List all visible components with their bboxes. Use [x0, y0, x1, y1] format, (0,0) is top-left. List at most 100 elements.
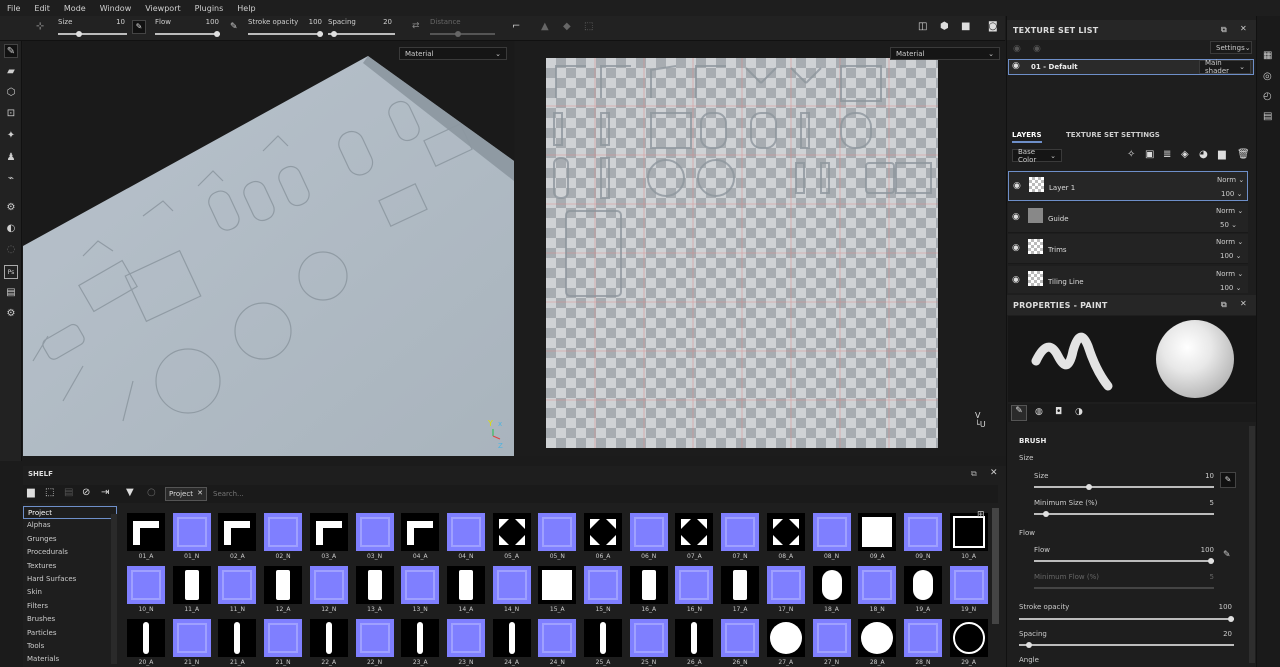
menu-item-mode[interactable]: Mode [57, 4, 93, 13]
size-slider-knob[interactable] [1086, 484, 1092, 490]
shelf-category-grunges[interactable]: Grunges [23, 533, 117, 546]
undock-icon[interactable]: ⧉ [1221, 300, 1227, 310]
shelf-item-thumbnail[interactable] [675, 619, 714, 657]
layer-row[interactable]: ◉ Guide Norm ⌄ 50 ⌄ [1008, 202, 1248, 233]
flow-value[interactable]: 100 [1190, 546, 1214, 554]
shelf-item-thumbnail[interactable] [721, 566, 760, 604]
viewport-3d-channel-dropdown[interactable]: Material ⌄ [399, 47, 507, 60]
shelf-item-thumbnail[interactable] [812, 566, 851, 604]
layer-opacity[interactable]: 100 ⌄ [1221, 190, 1242, 198]
add-layer-icon[interactable]: ≣ [1163, 149, 1171, 160]
shelf-item-thumbnail[interactable] [127, 619, 165, 657]
flow-slider[interactable] [1034, 558, 1214, 564]
layer-row[interactable]: ◉ Trims Norm ⌄ 100 ⌄ [1008, 234, 1248, 264]
shelf-item-thumbnail[interactable] [675, 513, 714, 551]
paint-brush-icon[interactable]: ✎ [4, 44, 18, 58]
add-effect-icon[interactable]: ✧ [1127, 149, 1135, 160]
delete-layer-icon[interactable]: 🗑 [1237, 149, 1250, 160]
menu-item-edit[interactable]: Edit [27, 4, 57, 13]
flow-pen-icon[interactable]: ✎ [1223, 550, 1231, 560]
layer-opacity[interactable]: 100 ⌄ [1220, 284, 1241, 292]
import-icon[interactable]: ⇥ [101, 487, 109, 498]
shelf-item-thumbnail[interactable] [538, 619, 577, 657]
add-paint-layer-icon[interactable]: ◕ [1199, 149, 1208, 160]
size-slider[interactable] [1034, 484, 1214, 490]
shelf-item-thumbnail[interactable] [721, 619, 760, 657]
smudge-icon[interactable]: ✦ [4, 129, 18, 143]
viewport-3d[interactable]: Y x Z Material ⌄ [23, 41, 514, 456]
shader-dropdown[interactable]: Main shader ⌄ [1199, 59, 1251, 75]
layer-channel-dropdown[interactable]: Base Color ⌄ [1012, 148, 1062, 164]
category-scrollbar[interactable] [111, 514, 117, 664]
texture-set-settings-dropdown[interactable]: Settings ⌄ [1210, 41, 1252, 54]
stroke-opacity-slider[interactable] [1019, 616, 1234, 622]
alpha-tab-icon[interactable]: ◍ [1035, 407, 1043, 417]
shelf-category-textures[interactable]: Textures [23, 560, 117, 573]
shelf-item-thumbnail[interactable] [903, 619, 942, 657]
eye-icon[interactable]: ◉ [1012, 212, 1020, 222]
shelf-item-thumbnail[interactable] [355, 619, 394, 657]
shelf-search-input[interactable] [213, 487, 998, 501]
polygon-fill-icon[interactable]: ⊡ [4, 107, 18, 121]
spacing-value[interactable]: 20 [1208, 630, 1232, 638]
add-folder-icon[interactable]: ▆ [1218, 149, 1226, 160]
shelf-item-thumbnail[interactable] [172, 619, 211, 657]
flow-value[interactable]: 100 [195, 18, 219, 26]
shelf-category-project[interactable]: Project [23, 506, 117, 520]
shelf-item-thumbnail[interactable] [127, 566, 165, 604]
shelf-item-thumbnail[interactable] [629, 513, 668, 551]
shelf-item-thumbnail[interactable] [264, 619, 303, 657]
shelf-item-thumbnail[interactable] [492, 566, 531, 604]
shelf-close-icon[interactable]: ✕ [990, 468, 998, 478]
menu-item-viewport[interactable]: Viewport [138, 4, 187, 13]
shelf-category-particles[interactable]: Particles [23, 627, 117, 640]
menu-item-plugins[interactable]: Plugins [188, 4, 231, 13]
min-size-slider[interactable] [1034, 511, 1214, 517]
texture-set-list-icon[interactable]: ▦ [1263, 50, 1272, 61]
shelf-item-thumbnail[interactable] [446, 619, 485, 657]
shelf-item-thumbnail[interactable] [858, 566, 897, 604]
flow-slider-knob[interactable] [1208, 558, 1214, 564]
shelf-item-thumbnail[interactable] [309, 566, 348, 604]
shelf-item-thumbnail[interactable] [721, 513, 760, 551]
stroke-opacity-slider-knob[interactable] [1228, 616, 1234, 622]
shelf-item-thumbnail[interactable] [675, 566, 714, 604]
viewport-2d[interactable]: Material ⌄ V └U [515, 41, 1006, 456]
size-value[interactable]: 10 [105, 18, 125, 26]
shelf-item-thumbnail[interactable] [401, 566, 440, 604]
shelf-item-thumbnail[interactable] [355, 566, 394, 604]
add-fill-layer-icon[interactable]: ◈ [1181, 149, 1189, 160]
stencil-tab-icon[interactable]: ◘ [1055, 407, 1062, 417]
color-picker-icon[interactable]: ⌁ [4, 172, 18, 186]
clone-stamp-icon[interactable]: ♟ [4, 151, 18, 165]
properties-scrollbar[interactable] [1249, 426, 1255, 663]
eye-icon[interactable]: ◉ [1033, 44, 1041, 54]
shelf-item-thumbnail[interactable] [584, 619, 622, 657]
eye-icon[interactable]: ◉ [1012, 243, 1020, 253]
shelf-item-thumbnail[interactable] [584, 513, 622, 551]
add-mask-icon[interactable]: ▣ [1145, 149, 1154, 160]
shelf-item-thumbnail[interactable] [492, 513, 531, 551]
shelf-item-thumbnail[interactable] [858, 513, 897, 551]
shelf-category-materials[interactable]: Materials [23, 653, 117, 666]
shelf-item-thumbnail[interactable] [629, 619, 668, 657]
shelf-item-thumbnail[interactable] [949, 566, 988, 604]
shelf-category-filters[interactable]: Filters [23, 600, 117, 613]
shelf-item-thumbnail[interactable] [766, 619, 805, 657]
camera-video-icon[interactable]: ■ [961, 21, 970, 32]
shelf-undock-icon[interactable]: ⧉ [971, 469, 977, 479]
shelf-item-thumbnail[interactable] [309, 513, 348, 551]
size-pen-pressure-button[interactable]: ✎ [132, 20, 146, 34]
min-size-value[interactable]: 5 [1198, 499, 1214, 507]
spacing-value[interactable]: 20 [372, 18, 392, 26]
shelf-category-alphas[interactable]: Alphas [23, 519, 117, 532]
document-icon[interactable]: ▤ [4, 286, 18, 300]
shelf-item-thumbnail[interactable] [401, 513, 440, 551]
shelf-item-thumbnail[interactable] [584, 566, 622, 604]
flow-slider[interactable] [155, 31, 220, 37]
spacing-slider[interactable] [1019, 642, 1234, 648]
shelf-item-thumbnail[interactable] [446, 513, 485, 551]
tab-layers[interactable]: LAYERS [1012, 131, 1042, 143]
history-icon[interactable]: ◴ [1263, 91, 1272, 102]
shelf-item-thumbnail[interactable] [309, 619, 348, 657]
